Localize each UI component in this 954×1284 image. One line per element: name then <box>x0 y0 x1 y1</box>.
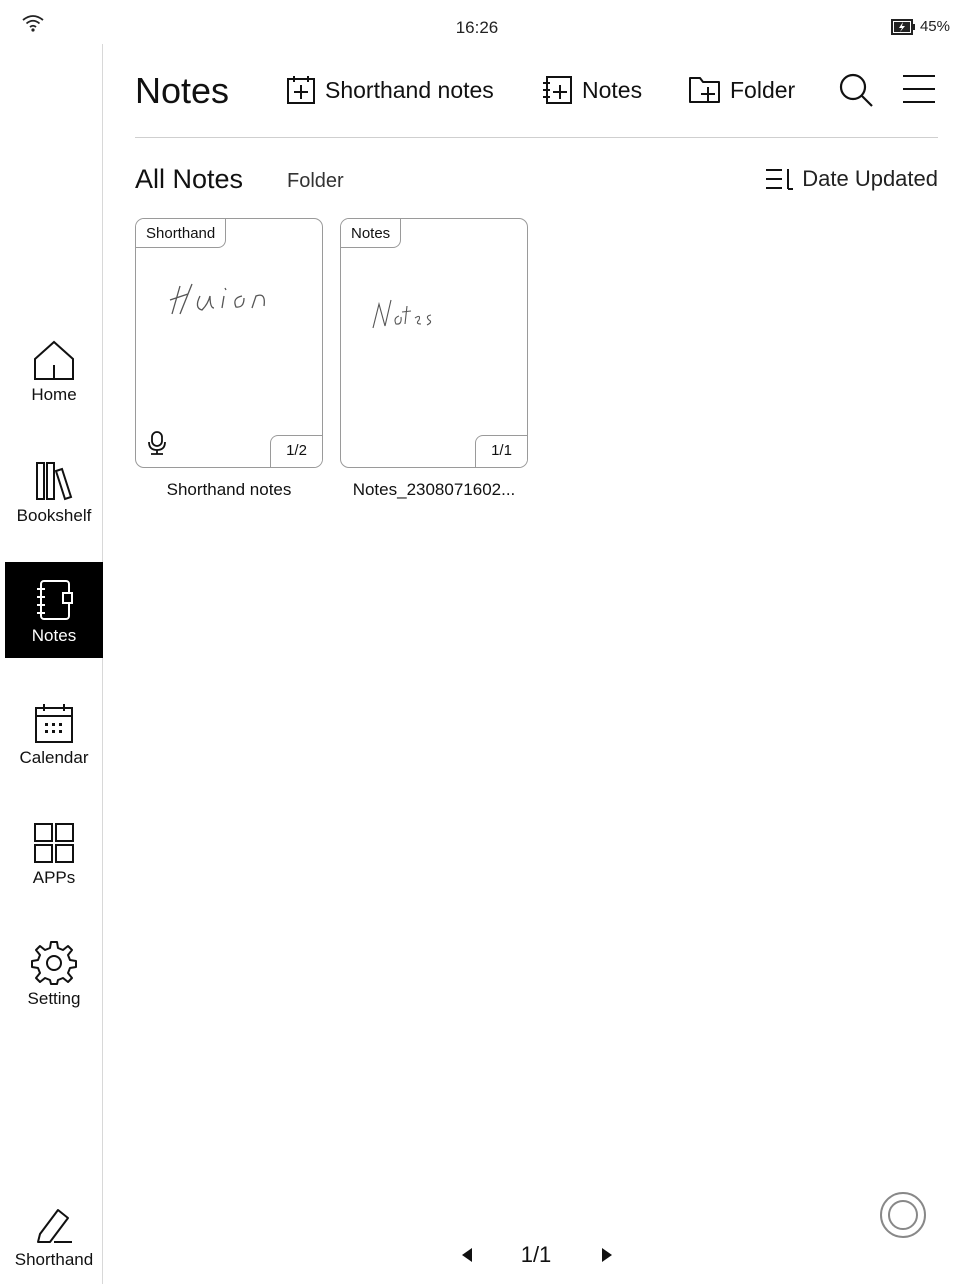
header: Notes Shorthand notes Notes Folder <box>135 60 938 138</box>
home-icon <box>34 340 74 380</box>
sidebar-item-setting[interactable]: Setting <box>5 925 103 1021</box>
clock: 16:26 <box>455 18 499 37</box>
sidebar: Home Bookshelf Notes Calendar APPs Setti… <box>0 44 103 1284</box>
battery-indicator: 45% <box>890 18 950 35</box>
hamburger-menu-icon <box>903 75 935 103</box>
sidebar-item-notes[interactable]: Notes <box>5 562 103 658</box>
handwriting-thumbnail <box>169 283 265 315</box>
apps-grid-icon <box>34 823 74 863</box>
sidebar-item-label: APPs <box>32 868 76 887</box>
sidebar-item-label: Bookshelf <box>16 506 92 525</box>
note-type-tag: Shorthand <box>136 219 227 248</box>
note-title[interactable]: Notes_2308071602... <box>334 480 534 500</box>
gear-icon <box>31 941 77 985</box>
sidebar-item-label: Setting <box>27 989 81 1008</box>
calendar-icon <box>35 704 73 743</box>
tab-folder[interactable]: Folder <box>287 170 344 193</box>
new-shorthand-notes-label: Shorthand notes <box>325 76 494 103</box>
handwriting-thumbnail <box>372 299 432 329</box>
floating-action-button[interactable] <box>879 1191 927 1244</box>
new-folder-button[interactable]: Folder <box>688 74 795 106</box>
battery-percent: 45% <box>919 18 950 35</box>
menu-button[interactable] <box>902 72 936 111</box>
new-notes-label: Notes <box>582 76 643 103</box>
bookshelf-icon <box>36 462 73 501</box>
sidebar-item-label: Notes <box>31 626 77 645</box>
page-count-badge: 1/2 <box>270 435 322 467</box>
page-indicator: 1/1 <box>520 1242 552 1267</box>
previous-page-button[interactable] <box>460 1246 474 1269</box>
triangle-right-icon <box>602 1248 612 1262</box>
search-icon <box>839 73 873 107</box>
filter-bar: All Notes Folder Date Updated <box>135 160 938 200</box>
search-button[interactable] <box>838 72 874 113</box>
sidebar-item-apps[interactable]: APPs <box>5 804 103 900</box>
note-card-shorthand[interactable]: Shorthand 1/2 <box>135 218 323 468</box>
sort-icon <box>766 169 794 190</box>
new-folder-label: Folder <box>730 76 796 103</box>
sidebar-item-label: Home <box>31 385 77 404</box>
sidebar-item-calendar[interactable]: Calendar <box>5 684 103 780</box>
battery-charging-icon <box>890 18 915 35</box>
sort-button[interactable]: Date Updated <box>764 166 938 192</box>
sort-label: Date Updated <box>802 166 938 191</box>
note-type-tag: Notes <box>341 219 402 248</box>
page-title: Notes <box>135 70 230 111</box>
sidebar-item-label: Calendar <box>19 748 89 767</box>
page-count-badge: 1/1 <box>475 435 527 467</box>
next-page-button[interactable] <box>600 1246 614 1269</box>
notebook-icon <box>37 580 73 620</box>
new-notes-button[interactable]: Notes <box>540 74 642 106</box>
sidebar-item-home[interactable]: Home <box>5 321 103 417</box>
pagination: 1/1 <box>0 1238 954 1278</box>
floating-ring-icon <box>880 1192 926 1238</box>
add-notebook-icon <box>543 76 572 104</box>
tab-all-notes[interactable]: All Notes <box>135 164 243 195</box>
triangle-left-icon <box>462 1248 472 1262</box>
microphone-icon <box>146 430 168 461</box>
note-card-notes[interactable]: Notes 1/1 <box>340 218 528 468</box>
sidebar-item-bookshelf[interactable]: Bookshelf <box>5 442 103 538</box>
status-bar: 16:26 45% <box>0 0 954 44</box>
new-shorthand-notes-button[interactable]: Shorthand notes <box>285 74 494 106</box>
add-folder-icon <box>689 77 720 103</box>
add-shorthand-icon <box>287 76 315 104</box>
note-title[interactable]: Shorthand notes <box>129 480 329 500</box>
